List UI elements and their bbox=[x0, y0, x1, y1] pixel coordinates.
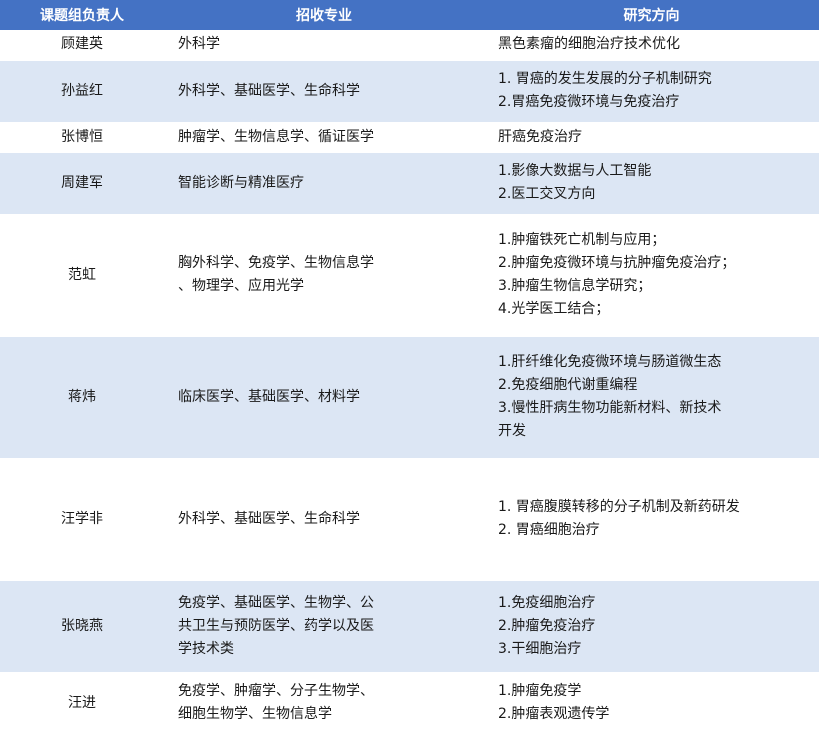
direction-line: 1.免疫细胞治疗 bbox=[498, 594, 596, 611]
majors-line: 肿瘤学、生物信息学、循证医学 bbox=[178, 128, 374, 145]
direction-line: 2.免疫细胞代谢重编程 bbox=[498, 377, 638, 393]
direction-line: 2.肿瘤免疫治疗 bbox=[498, 617, 596, 634]
majors-line: 外科学、基础医学、生命科学 bbox=[178, 82, 360, 99]
leader-cell: 汪学非 bbox=[0, 458, 164, 581]
table-row: 孙益红 外科学、基础医学、生命科学 1. 胃癌的发生发展的分子机制研究 2.胃癌… bbox=[0, 60, 819, 123]
direction-line: 3.慢性肝病生物功能新材料、新技术 bbox=[498, 400, 722, 416]
directions-cell: 1.肿瘤铁死亡机制与应用； 2.肿瘤免疫微环境与抗肿瘤免疫治疗； 3.肿瘤生物信… bbox=[484, 214, 819, 337]
table-row: 张晓燕 免疫学、基础医学、生物学、公 共卫生与预防医学、药学以及医 学技术类 1… bbox=[0, 580, 819, 673]
table-row: 周建军 智能诊断与精准医疗 1.影像大数据与人工智能 2.医工交叉方向 bbox=[0, 152, 819, 215]
majors-line: 胸外科学、免疫学、生物信息学 bbox=[178, 255, 374, 271]
direction-line: 1.肿瘤免疫学 bbox=[498, 683, 582, 699]
direction-line: 1. 胃癌腹膜转移的分子机制及新药研发 bbox=[498, 499, 740, 515]
majors-cell: 智能诊断与精准医疗 bbox=[164, 152, 484, 215]
direction-line: 4.光学医工结合； bbox=[498, 301, 610, 317]
directions-cell: 1. 胃癌的发生发展的分子机制研究 2.胃癌免疫微环境与免疫治疗 bbox=[484, 60, 819, 123]
direction-line: 1.影像大数据与人工智能 bbox=[498, 163, 652, 179]
leader-cell: 顾建英 bbox=[0, 30, 164, 61]
majors-line: 学技术类 bbox=[178, 640, 234, 657]
majors-line: 临床医学、基础医学、材料学 bbox=[178, 388, 360, 405]
majors-cell: 外科学 bbox=[164, 30, 484, 61]
leader-cell: 周建军 bbox=[0, 152, 164, 215]
table-row: 范虹 胸外科学、免疫学、生物信息学 、物理学、应用光学 1.肿瘤铁死亡机制与应用… bbox=[0, 214, 819, 337]
direction-line: 2.医工交叉方向 bbox=[498, 186, 596, 202]
directions-cell: 1.肝纤维化免疫微环境与肠道微生态 2.免疫细胞代谢重编程 3.慢性肝病生物功能… bbox=[484, 336, 819, 459]
header-majors: 招收专业 bbox=[164, 0, 484, 30]
directions-cell: 1.肿瘤免疫学 2.肿瘤表观遗传学 bbox=[484, 672, 819, 735]
leader-cell: 蒋炜 bbox=[0, 336, 164, 459]
directions-cell: 1. 胃癌腹膜转移的分子机制及新药研发 2. 胃癌细胞治疗 bbox=[484, 458, 819, 581]
majors-cell: 免疫学、基础医学、生物学、公 共卫生与预防医学、药学以及医 学技术类 bbox=[164, 580, 484, 673]
majors-line: 外科学 bbox=[178, 36, 220, 53]
direction-line: 2. 胃癌细胞治疗 bbox=[498, 522, 600, 538]
header-leader: 课题组负责人 bbox=[0, 0, 164, 30]
leader-cell: 张晓燕 bbox=[0, 580, 164, 673]
majors-cell: 临床医学、基础医学、材料学 bbox=[164, 336, 484, 459]
direction-line: 3.干细胞治疗 bbox=[498, 640, 582, 657]
direction-line: 肝癌免疫治疗 bbox=[498, 128, 582, 145]
table-row: 张博恒 肿瘤学、生物信息学、循证医学 肝癌免疫治疗 bbox=[0, 122, 819, 153]
majors-line: 细胞生物学、生物信息学 bbox=[178, 706, 332, 722]
faculty-table: 课题组负责人 招收专业 研究方向 顾建英 外科学 黑色素瘤的细胞治疗技术优化 孙… bbox=[0, 0, 819, 735]
leader-cell: 张博恒 bbox=[0, 122, 164, 153]
majors-cell: 胸外科学、免疫学、生物信息学 、物理学、应用光学 bbox=[164, 214, 484, 337]
direction-line: 开发 bbox=[498, 423, 526, 439]
leader-cell: 孙益红 bbox=[0, 60, 164, 123]
directions-cell: 1.免疫细胞治疗 2.肿瘤免疫治疗 3.干细胞治疗 bbox=[484, 580, 819, 673]
header-row: 课题组负责人 招收专业 研究方向 bbox=[0, 0, 819, 30]
direction-line: 1.肿瘤铁死亡机制与应用； bbox=[498, 232, 666, 248]
majors-line: 免疫学、肿瘤学、分子生物学、 bbox=[178, 683, 374, 699]
majors-cell: 外科学、基础医学、生命科学 bbox=[164, 60, 484, 123]
majors-line: 、物理学、应用光学 bbox=[178, 278, 304, 294]
direction-line: 1.肝纤维化免疫微环境与肠道微生态 bbox=[498, 354, 722, 370]
majors-cell: 免疫学、肿瘤学、分子生物学、 细胞生物学、生物信息学 bbox=[164, 672, 484, 735]
leader-cell: 汪进 bbox=[0, 672, 164, 735]
directions-cell: 肝癌免疫治疗 bbox=[484, 122, 819, 153]
majors-cell: 外科学、基础医学、生命科学 bbox=[164, 458, 484, 581]
header-directions: 研究方向 bbox=[484, 0, 819, 30]
majors-cell: 肿瘤学、生物信息学、循证医学 bbox=[164, 122, 484, 153]
direction-line: 黑色素瘤的细胞治疗技术优化 bbox=[498, 36, 680, 53]
majors-line: 共卫生与预防医学、药学以及医 bbox=[178, 617, 374, 634]
majors-line: 外科学、基础医学、生命科学 bbox=[178, 510, 360, 527]
direction-line: 3.肿瘤生物信息学研究； bbox=[498, 278, 652, 294]
table-row: 汪进 免疫学、肿瘤学、分子生物学、 细胞生物学、生物信息学 1.肿瘤免疫学 2.… bbox=[0, 672, 819, 735]
direction-line: 2.肿瘤表观遗传学 bbox=[498, 706, 610, 722]
majors-line: 智能诊断与精准医疗 bbox=[178, 174, 304, 191]
majors-line: 免疫学、基础医学、生物学、公 bbox=[178, 594, 374, 611]
leader-cell: 范虹 bbox=[0, 214, 164, 337]
table-row: 顾建英 外科学 黑色素瘤的细胞治疗技术优化 bbox=[0, 30, 819, 61]
directions-cell: 1.影像大数据与人工智能 2.医工交叉方向 bbox=[484, 152, 819, 215]
direction-line: 2.胃癌免疫微环境与免疫治疗 bbox=[498, 94, 680, 110]
table-row: 蒋炜 临床医学、基础医学、材料学 1.肝纤维化免疫微环境与肠道微生态 2.免疫细… bbox=[0, 336, 819, 459]
direction-line: 2.肿瘤免疫微环境与抗肿瘤免疫治疗； bbox=[498, 255, 736, 271]
direction-line: 1. 胃癌的发生发展的分子机制研究 bbox=[498, 71, 712, 87]
directions-cell: 黑色素瘤的细胞治疗技术优化 bbox=[484, 30, 819, 61]
table-row: 汪学非 外科学、基础医学、生命科学 1. 胃癌腹膜转移的分子机制及新药研发 2.… bbox=[0, 458, 819, 581]
